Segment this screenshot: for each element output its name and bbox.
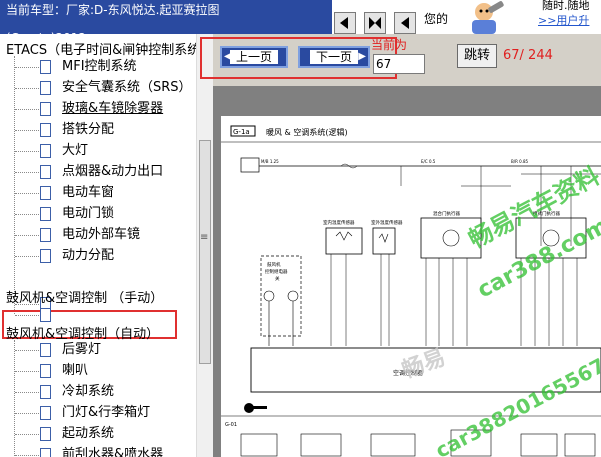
ad-banner[interactable]: 随时.随地 >>用户升 [506,0,601,30]
svg-text:E/C 0.5: E/C 0.5 [421,159,436,164]
doc-icon [40,81,51,95]
main-panel: ◀ 上一页 下一页 ▶ 当前为 跳转 67/ 244 G-1a 暖风 & 空调系… [200,34,601,457]
sidebar-item-label: 大灯 [62,143,89,158]
doc-icon [40,406,51,420]
sidebar-item-label: 玻璃&车镜除雾器 [62,101,164,116]
diagram-title: 暖风 & 空调系统(逻辑) [266,127,348,137]
sidebar-item-label: 冷却系统 [62,384,115,399]
section-code: G-1a [233,128,250,136]
category-auto[interactable]: 鼓风机&空调控制（自动） [6,323,159,342]
grip-icon: ≡ [200,232,209,243]
box2-label: 室内温度传感器 [323,219,355,226]
tree-connector [15,413,39,414]
doc-icon [40,60,51,74]
sidebar-item-label: MFI控制系统 [62,59,137,74]
tree-connector [15,371,39,372]
doc-icon [40,123,51,137]
doc-icon [40,207,51,221]
jump-button[interactable]: 跳转 [457,44,497,68]
left-box-line2: 控制继电器 [265,268,288,275]
sidebar-item-label: 电动外部车镜 [62,227,141,242]
sidebar-item-label: 起动系统 [62,426,115,441]
pager-highlight [200,37,397,79]
back-button[interactable] [334,12,356,34]
mascot-icon [462,0,506,36]
sidebar-item-label: 喇叭 [62,363,89,378]
prev-icon [401,17,409,29]
tree-connector [15,67,39,68]
sidebar-item-label: 点烟器&动力出口 [62,164,164,179]
left-box-line1: 鼓风机 [267,261,281,268]
tree-connector [15,350,39,351]
wiring-diagram-page: G-1a 暖风 & 空调系统(逻辑) M/B 1.25 E/C 0.5 B/R 0.… [221,116,601,457]
doc-icon [40,364,51,378]
category-selected[interactable]: 鼓风机&空调控制 （手动） [6,287,163,306]
doc-icon [40,165,51,179]
scroll-thumb[interactable] [199,140,211,364]
tree-connector [15,256,39,257]
tree-connector [15,214,39,215]
doc-icon [40,385,51,399]
sidebar-item-label: 电动车窗 [62,185,115,200]
tree-line [14,56,15,314]
car-model-value: 厂家:D-东风悦达.起亚赛拉图 [66,3,220,17]
skip-button[interactable] [364,12,386,34]
doc-icon [40,144,51,158]
svg-text:B/R 0.85: B/R 0.85 [511,159,529,164]
box4-label: 混合门执行器 [433,210,460,217]
svg-text:M/B 1.25: M/B 1.25 [261,159,279,164]
tree-connector [15,130,39,131]
doc-icon [40,102,51,116]
tree-connector [15,315,39,316]
sidebar-scrollbar[interactable]: ≡ [196,34,214,457]
tree-connector [15,434,39,435]
sidebar-item-label: 电动门锁 [62,206,115,221]
sidebar-item-label: 后雾灯 [62,342,102,357]
tree-connector [15,455,39,456]
doc-icon [40,427,51,441]
welcome-text: 您的 [424,12,449,26]
sidebar-item-label: 门灯&行李箱灯 [62,405,151,420]
sidebar-item-label: 动力分配 [62,248,115,263]
footer-code: G-01 [225,422,237,428]
doc-icon [40,448,51,457]
tree-line-b [14,340,15,457]
tree-connector [15,109,39,110]
tree-connector [15,151,39,152]
sidebar-item-label: 安全气囊系统（SRS） [62,80,192,95]
doc-icon [40,228,51,242]
doc-icon [40,308,51,322]
sidebar-item-label: 搭铁分配 [62,122,115,137]
tree-connector [15,88,39,89]
doc-icon [40,186,51,200]
back-icon [340,17,348,29]
left-box-line3: 关 [275,275,280,282]
current-page-label: 当前为 [371,38,408,52]
skip-icon [369,17,381,29]
sidebar-item-label: 前刮水器&喷水器 [62,447,164,457]
sidebar-tree: ETACS（电子时间&闸钟控制系统） MFI控制系统安全气囊系统（SRS） 玻璃&… [0,34,196,457]
doc-icon [40,343,51,357]
page-count: 67/ 244 [503,48,553,63]
pager-bar: ◀ 上一页 下一页 ▶ 当前为 跳转 67/ 244 [200,34,601,86]
tree-connector [15,172,39,173]
category-etacs[interactable]: ETACS（电子时间&闸钟控制系统） [6,39,196,58]
page-input[interactable] [373,54,425,74]
tree-connector [15,392,39,393]
doc-icon [40,249,51,263]
prev-button[interactable] [394,12,416,34]
key-icon [244,403,267,413]
box3-label: 室外温度传感器 [371,219,403,226]
tree-connector [15,235,39,236]
upgrade-link[interactable]: >>用户升 [538,12,589,28]
tree-connector [15,193,39,194]
document-viewer[interactable]: G-1a 暖风 & 空调系统(逻辑) M/B 1.25 E/C 0.5 B/R 0.… [213,86,601,457]
car-model-label: 当前车型： [6,3,67,17]
